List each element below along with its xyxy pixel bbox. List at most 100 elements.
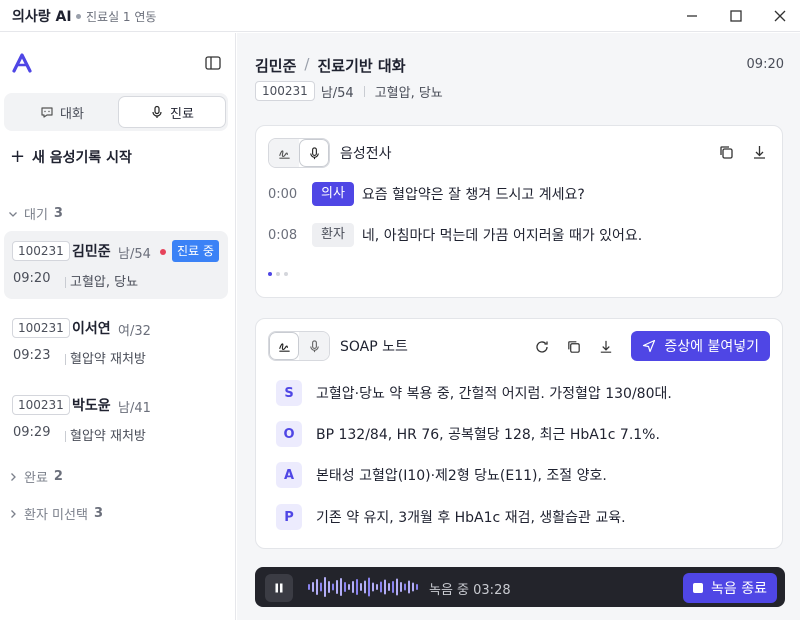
- handwrite-mode-button[interactable]: [269, 332, 299, 360]
- line-text: 요즘 혈압약은 잘 챙겨 드시고 계세요?: [361, 187, 585, 203]
- input-mode-toggle: [268, 138, 330, 168]
- soap-text: BP 132/84, HR 76, 공복혈당 128, 최근 HbA1c 7.1…: [316, 427, 660, 443]
- transcript-line: 0:08 환자 네, 아침마다 먹는데 가끔 어지러울 때가 있어요.: [268, 223, 642, 247]
- soap-row: A 본태성 고혈압(I10)·제2형 당뇨(E11), 조절 양호.: [276, 462, 607, 488]
- close-button[interactable]: [768, 4, 792, 28]
- tab-chat[interactable]: 대화: [8, 96, 116, 128]
- typing-indicator: [268, 272, 288, 276]
- patient-list-item[interactable]: 100231 박도윤 남/41 09:29 혈압약 재처방: [4, 385, 228, 453]
- voice-mode-button[interactable]: [299, 332, 329, 360]
- chevron-right-icon: [11, 509, 16, 518]
- stop-icon: [693, 583, 704, 593]
- signature-icon: [278, 342, 290, 352]
- patient-diagnosis: 고혈압, 당뇨: [61, 271, 138, 290]
- breadcrumb-separator: /: [304, 55, 310, 73]
- patient-list-item[interactable]: 100231 이서연 여/32 09:23 혈압약 재처방: [4, 308, 228, 376]
- patient-id: 100231: [255, 81, 315, 101]
- group-unselected-count: 3: [93, 506, 103, 521]
- status-badge: 진료 중: [172, 240, 219, 262]
- plus-icon: +: [10, 146, 26, 167]
- pause-button[interactable]: [265, 574, 293, 602]
- recording-bar: 녹음 중 03:28 녹음 종료: [255, 567, 785, 607]
- minimize-icon: [687, 15, 697, 17]
- connection-status: 진료실 1 연동: [76, 8, 156, 25]
- soap-text: 본태성 고혈압(I10)·제2형 당뇨(E11), 조절 양호.: [316, 468, 607, 484]
- paste-to-symptoms-button[interactable]: 증상에 붙여넣기: [631, 331, 770, 361]
- line-timestamp: 0:00: [268, 186, 298, 202]
- patient-diagnosis: 혈압약 재처방: [61, 348, 146, 367]
- transcript-title: 음성전사: [340, 146, 392, 162]
- audio-waveform-icon: [308, 577, 418, 597]
- patient-name: 박도윤: [72, 398, 111, 414]
- title-bar: 의사랑 AI 진료실 1 연동: [0, 0, 800, 32]
- breadcrumb-section: 진료기반 대화: [317, 57, 406, 75]
- microphone-icon: [152, 105, 162, 118]
- maximize-icon: [730, 10, 742, 22]
- soap-card: SOAP 노트 증상에 붙여넣기 S 고혈압·당뇨 약 복용 중, 간헐적 어지…: [255, 318, 783, 549]
- close-icon: [774, 10, 786, 22]
- copy-icon[interactable]: [566, 339, 582, 355]
- new-recording-button[interactable]: + 새 음성기록 시작: [10, 147, 132, 167]
- soap-row: S 고혈압·당뇨 약 복용 중, 간헐적 어지럼. 가정혈압 130/80대.: [276, 380, 672, 406]
- soap-row: O BP 132/84, HR 76, 공복혈당 128, 최근 HbA1c 7…: [276, 421, 660, 447]
- patient-time: 09:20: [13, 271, 51, 286]
- chat-bubble-icon: [41, 107, 53, 118]
- patient-diagnosis: 고혈압, 당뇨: [374, 85, 443, 101]
- microphone-icon: [309, 146, 319, 159]
- breadcrumb-patient[interactable]: 김민준: [255, 55, 296, 76]
- patient-sex-age: 남/41: [118, 401, 151, 416]
- recording-status: 녹음 중 03:28: [429, 583, 511, 598]
- voice-mode-button[interactable]: [299, 139, 329, 167]
- line-text: 네, 아침마다 먹는데 가끔 어지러울 때가 있어요.: [361, 228, 643, 244]
- group-done[interactable]: 완료 2: [8, 467, 63, 486]
- group-unselected[interactable]: 환자 미선택 3: [8, 504, 103, 523]
- patient-sex-age: 여/32: [118, 324, 151, 339]
- maximize-button[interactable]: [724, 4, 748, 28]
- new-recording-label: 새 음성기록 시작: [32, 150, 132, 166]
- pause-icon: [275, 583, 283, 593]
- minimize-button[interactable]: [680, 4, 704, 28]
- stop-recording-button[interactable]: 녹음 종료: [683, 573, 777, 603]
- group-waiting-label: 대기: [24, 208, 48, 223]
- status-dot-icon: [76, 14, 81, 19]
- patient-time: 09:23: [13, 348, 51, 363]
- group-done-label: 완료: [24, 471, 48, 486]
- line-timestamp: 0:08: [268, 227, 298, 243]
- group-waiting[interactable]: 대기 3: [8, 204, 63, 223]
- transcript-line: 0:00 의사 요즘 혈압약은 잘 챙겨 드시고 계세요?: [268, 182, 585, 206]
- sidebar-toggle-icon[interactable]: [204, 54, 222, 72]
- stop-recording-label: 녹음 종료: [711, 581, 767, 597]
- soap-text: 고혈압·당뇨 약 복용 중, 간헐적 어지럼. 가정혈압 130/80대.: [316, 386, 672, 402]
- patient-id: 100231: [12, 395, 70, 415]
- download-icon[interactable]: [751, 144, 768, 161]
- soap-text: 기존 약 유지, 3개월 후 HbA1c 재검, 생활습관 교육.: [316, 510, 626, 526]
- group-waiting-count: 3: [53, 206, 63, 221]
- paste-to-symptoms-label: 증상에 붙여넣기: [664, 339, 759, 355]
- app-title: 의사랑 AI: [12, 9, 72, 25]
- patient-name: 이서연: [72, 321, 111, 337]
- tab-consult[interactable]: 진료: [118, 96, 226, 128]
- patient-id: 100231: [12, 318, 70, 338]
- patient-diagnosis: 혈압약 재처방: [61, 425, 146, 444]
- handwrite-mode-button[interactable]: [269, 139, 299, 167]
- chevron-down-icon: [9, 211, 17, 217]
- patient-sex-age: 남/54: [320, 85, 354, 101]
- signature-icon: [278, 149, 290, 159]
- soap-letter: O: [276, 421, 302, 447]
- send-icon: [643, 339, 656, 353]
- live-indicator-dot: [160, 249, 166, 255]
- patient-time: 09:29: [13, 425, 51, 440]
- breadcrumb: 김민준 / 진료기반 대화: [255, 55, 406, 76]
- copy-icon[interactable]: [718, 144, 735, 161]
- chevron-right-icon: [11, 472, 16, 481]
- soap-letter: A: [276, 462, 302, 488]
- speaker-tag: 의사: [312, 182, 354, 206]
- soap-letter: S: [276, 380, 302, 406]
- refresh-icon[interactable]: [534, 339, 550, 355]
- soap-title: SOAP 노트: [340, 339, 408, 355]
- mode-segmented-control: 대화 진료: [4, 93, 228, 131]
- download-icon[interactable]: [598, 339, 614, 355]
- app-logo-icon: [12, 53, 32, 73]
- patient-list-item[interactable]: 100231 김민준 남/54 진료 중 09:20 고혈압, 당뇨: [4, 231, 228, 299]
- tab-chat-label: 대화: [60, 106, 84, 122]
